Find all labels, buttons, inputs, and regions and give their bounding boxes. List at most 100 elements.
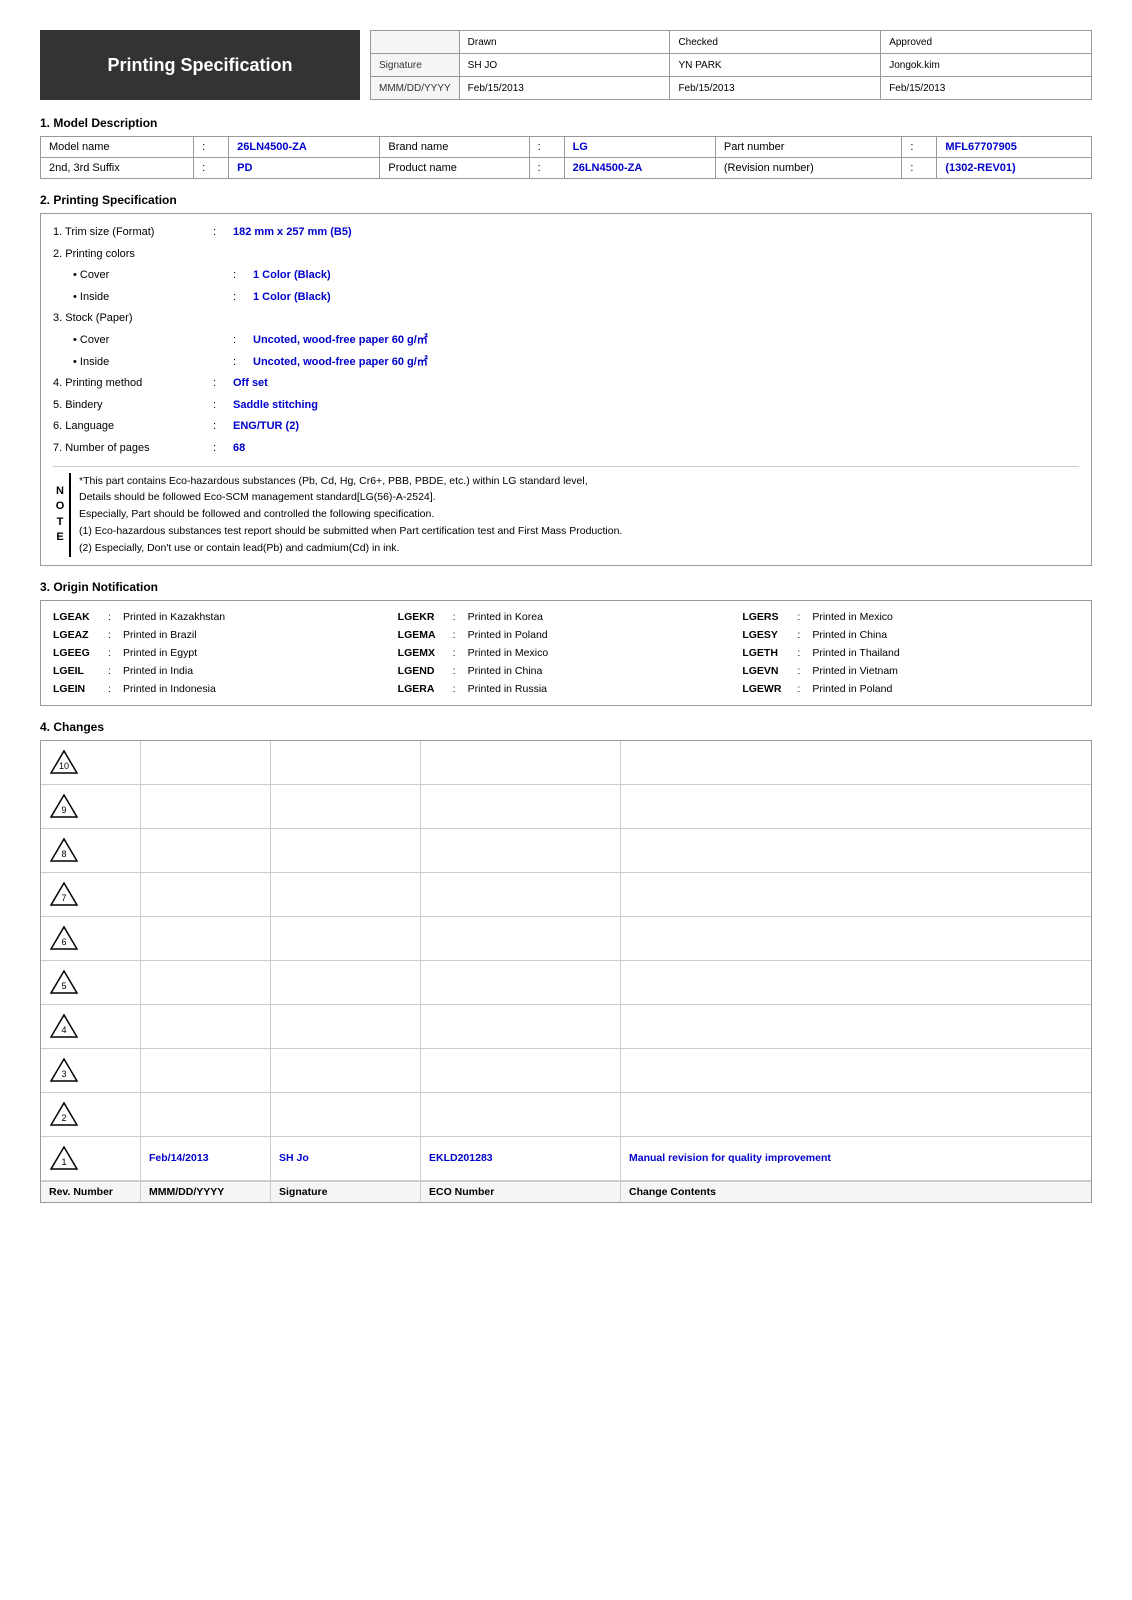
origin-desc-lgekr: Printed in Korea: [468, 611, 735, 623]
origin-grid: LGEAK : Printed in Kazakhstan LGEKR : Pr…: [49, 609, 1083, 697]
origin-code-lgeth: LGETH: [742, 647, 797, 659]
changes-cell-date-7: [141, 873, 271, 916]
origin-code-lgesy: LGESY: [742, 629, 797, 641]
printing-spec-title: 2. Printing Specification: [40, 193, 1092, 207]
changes-cell-date-6: [141, 917, 271, 960]
changes-cell-date-2: [141, 1093, 271, 1136]
svg-text:8: 8: [61, 849, 66, 859]
changes-footer-row: Rev. Number MMM/DD/YYYY Signature ECO Nu…: [41, 1181, 1091, 1202]
svg-text:3: 3: [61, 1069, 66, 1079]
model-name-value: 26LN4500-ZA: [229, 137, 380, 158]
spec-row-colors-heading: 2. Printing colors: [53, 244, 1079, 266]
triangle-icon-2: 2: [49, 1101, 79, 1127]
suffix-colon: :: [194, 158, 229, 179]
changes-footer-eco: ECO Number: [421, 1182, 621, 1202]
origin-desc-lgein: Printed in Indonesia: [123, 683, 390, 695]
spec-row-inside-color: • Inside : 1 Color (Black): [73, 287, 1079, 309]
spec-value-cover-color: 1 Color (Black): [253, 267, 331, 285]
note-row-3: (1) Eco-hazardous substances test report…: [79, 523, 1079, 540]
changes-cell-date-5: [141, 961, 271, 1004]
triangle-icon-9: 9: [49, 793, 79, 819]
origin-desc-lgesy: Printed in China: [812, 629, 1079, 641]
spec-label-trimsize: 1. Trim size (Format): [53, 224, 213, 242]
changes-cell-eco-5: [421, 961, 621, 1004]
printing-spec-box: 1. Trim size (Format) : 182 mm x 257 mm …: [40, 213, 1092, 566]
notes-container: N O T E *This part contains Eco-hazardou…: [53, 473, 1079, 557]
changes-cell-sig-4: [271, 1005, 421, 1048]
note-row-0: *This part contains Eco-hazardous substa…: [79, 473, 1079, 490]
signature-label: Signature: [371, 54, 460, 77]
origin-code-lgers: LGERS: [742, 611, 797, 623]
note-label: N O T E: [53, 473, 71, 557]
spec-value-inside-color: 1 Color (Black): [253, 289, 331, 307]
changes-row-4: 4: [41, 1005, 1091, 1049]
changes-cell-contents-3: [621, 1049, 1091, 1092]
triangle-icon-1: 1: [49, 1145, 79, 1171]
drawn-header: Drawn: [459, 31, 670, 54]
changes-cell-rev-4: 4: [41, 1005, 141, 1048]
changes-cell-sig-2: [271, 1093, 421, 1136]
approved-signature: Jongok.kim: [881, 54, 1092, 77]
changes-cell-rev-2: 2: [41, 1093, 141, 1136]
changes-row-3: 3: [41, 1049, 1091, 1093]
spec-value-inside-stock: Uncoted, wood-free paper 60 g/㎡: [253, 354, 428, 372]
spec-value-pages: 68: [233, 440, 245, 458]
changes-cell-rev-6: 6: [41, 917, 141, 960]
suffix-label: 2nd, 3rd Suffix: [41, 158, 194, 179]
changes-cell-contents-1: Manual revision for quality improvement: [621, 1137, 1091, 1180]
triangle-icon-6: 6: [49, 925, 79, 951]
changes-cell-contents-9: [621, 785, 1091, 828]
origin-desc-lgeaz: Printed in Brazil: [123, 629, 390, 641]
model-name-colon: :: [194, 137, 229, 158]
changes-cell-contents-10: [621, 741, 1091, 784]
brand-name-colon: :: [529, 137, 564, 158]
origin-code-lgeak: LGEAK: [53, 611, 108, 623]
origin-code-lgema: LGEMA: [398, 629, 453, 641]
note-text-0: *This part contains Eco-hazardous substa…: [79, 473, 1079, 490]
changes-cell-contents-6: [621, 917, 1091, 960]
spec-row-cover-stock: • Cover : Uncoted, wood-free paper 60 g/…: [73, 330, 1079, 352]
notes-text-block: *This part contains Eco-hazardous substa…: [79, 473, 1079, 557]
origin-desc-lgewr: Printed in Poland: [812, 683, 1079, 695]
triangle-icon-5: 5: [49, 969, 79, 995]
origin-code-lgevn: LGEVN: [742, 665, 797, 677]
changes-cell-rev-8: 8: [41, 829, 141, 872]
brand-name-value: LG: [564, 137, 715, 158]
origin-item-lgera: LGERA : Printed in Russia: [394, 681, 739, 697]
changes-cell-eco-3: [421, 1049, 621, 1092]
model-description-title: 1. Model Description: [40, 116, 1092, 130]
changes-cell-rev-10: 10: [41, 741, 141, 784]
changes-cell-contents-7: [621, 873, 1091, 916]
origin-item-lgemx: LGEMX : Printed in Mexico: [394, 645, 739, 661]
origin-desc-lgend: Printed in China: [468, 665, 735, 677]
part-number-colon: :: [902, 137, 937, 158]
spec-label-inside-color: • Inside: [73, 289, 233, 307]
spec-row-trimsize: 1. Trim size (Format) : 182 mm x 257 mm …: [53, 222, 1079, 244]
drawn-signature: SH JO: [459, 54, 670, 77]
triangle-icon-3: 3: [49, 1057, 79, 1083]
origin-desc-lgevn: Printed in Vietnam: [812, 665, 1079, 677]
triangle-icon-4: 4: [49, 1013, 79, 1039]
changes-row-2: 2: [41, 1093, 1091, 1137]
changes-cell-sig-8: [271, 829, 421, 872]
revision-number-value: (1302-REV01): [937, 158, 1092, 179]
origin-item-lgeil: LGEIL : Printed in India: [49, 663, 394, 679]
approval-label-empty: [371, 31, 460, 54]
spec-label-inside-stock: • Inside: [73, 354, 233, 372]
changes-cell-eco-7: [421, 873, 621, 916]
spec-label-bindery: 5. Bindery: [53, 397, 213, 415]
note-text-4: (2) Especially, Don't use or contain lea…: [79, 540, 1079, 557]
changes-cell-date-8: [141, 829, 271, 872]
origin-item-lgekr: LGEKR : Printed in Korea: [394, 609, 739, 625]
changes-cell-eco-2: [421, 1093, 621, 1136]
spec-value-bindery: Saddle stitching: [233, 397, 318, 415]
origin-box: LGEAK : Printed in Kazakhstan LGEKR : Pr…: [40, 600, 1092, 706]
spec-label-language: 6. Language: [53, 418, 213, 436]
svg-text:7: 7: [61, 893, 66, 903]
svg-text:1: 1: [61, 1157, 66, 1167]
changes-row-1: 1 Feb/14/2013 SH Jo EKLD201283 Manual re…: [41, 1137, 1091, 1181]
origin-item-lgers: LGERS : Printed in Mexico: [738, 609, 1083, 625]
origin-item-lgein: LGEIN : Printed in Indonesia: [49, 681, 394, 697]
spec-label-pages: 7. Number of pages: [53, 440, 213, 458]
spec-row-language: 6. Language : ENG/TUR (2): [53, 416, 1079, 438]
